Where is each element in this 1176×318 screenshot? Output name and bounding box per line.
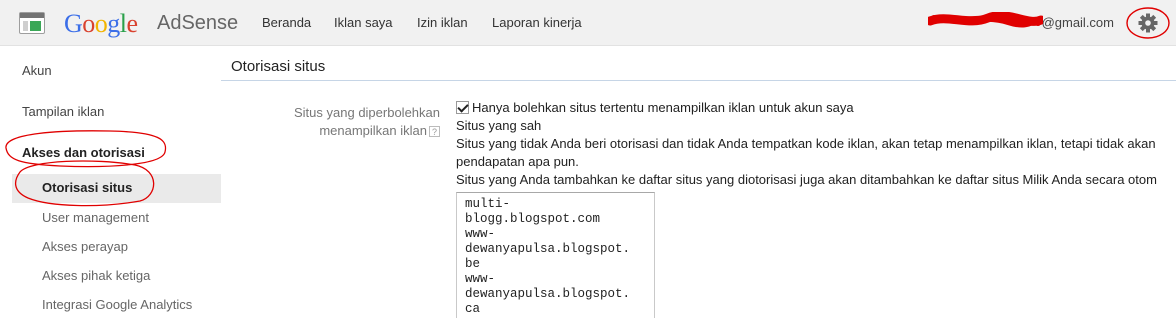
nav-laporan-kinerja[interactable]: Laporan kinerja (492, 15, 582, 30)
sidebar: Akun Tampilan iklan Akses dan otorisasi … (0, 46, 221, 318)
site-line: www- (465, 227, 496, 241)
gear-icon (1126, 7, 1170, 39)
adsense-app-icon[interactable] (19, 12, 45, 34)
site-line: ca (465, 302, 481, 316)
site-line: blogg.blogspot.com (465, 212, 601, 226)
info-paragraph-2: Situs yang Anda tambahkan ke daftar situ… (456, 172, 1157, 187)
site-line: dewanyapulsa.blogspot. (465, 242, 631, 256)
restrict-sites-option: Hanya bolehkan situs tertentu menampilka… (456, 99, 1176, 117)
field-label-line1: Situs yang diperbolehkan (294, 105, 440, 120)
settings-button[interactable] (1123, 6, 1173, 40)
redaction-scribble (928, 12, 1043, 28)
info-paragraph-1-line2: pendapatan apa pun. (456, 154, 579, 169)
info-paragraph-1-line1: Situs yang tidak Anda beri otorisasi dan… (456, 136, 1156, 151)
google-logo[interactable]: Google (64, 9, 138, 39)
sidebar-subitem-user-management[interactable]: User management (42, 210, 149, 225)
authorized-sites-heading: Situs yang sah (456, 118, 542, 133)
sidebar-item-akses-dan-otorisasi[interactable]: Akses dan otorisasi (22, 145, 145, 160)
authorized-sites-textarea[interactable]: multi- blogg.blogspot.com www- dewanyapu… (456, 192, 655, 318)
page-title: Otorisasi situs (231, 58, 326, 75)
site-line: multi- (465, 197, 511, 211)
nav-beranda[interactable]: Beranda (262, 15, 311, 30)
sidebar-subitem-akses-pihak-ketiga[interactable]: Akses pihak ketiga (42, 268, 150, 283)
site-line: www- (465, 272, 496, 286)
nav-izin-iklan[interactable]: Izin iklan (417, 15, 468, 30)
field-label: Situs yang diperbolehkan menampilkan ikl… (260, 104, 440, 140)
product-name: AdSense (157, 12, 239, 34)
sidebar-subitem-otorisasi-situs[interactable]: Otorisasi situs (42, 180, 132, 195)
sidebar-item-tampilan-iklan[interactable]: Tampilan iklan (22, 104, 104, 119)
restrict-sites-label[interactable]: Hanya bolehkan situs tertentu menampilka… (472, 100, 854, 115)
site-auth-content: Hanya bolehkan situs tertentu menampilka… (456, 99, 1176, 318)
restrict-sites-checkbox[interactable] (456, 101, 469, 114)
sidebar-item-akun[interactable]: Akun (22, 63, 52, 78)
sidebar-subitem-akses-perayap[interactable]: Akses perayap (42, 239, 128, 254)
site-line: be (465, 257, 481, 271)
sidebar-subitem-integrasi-google-analytics[interactable]: Integrasi Google Analytics (42, 297, 192, 312)
nav-iklan-saya[interactable]: Iklan saya (334, 15, 393, 30)
help-icon[interactable]: ? (429, 126, 440, 138)
site-line: dewanyapulsa.blogspot. (465, 287, 631, 301)
field-label-line2: menampilkan iklan (319, 123, 427, 138)
top-bar: Google AdSense Beranda Iklan saya Izin i… (0, 0, 1176, 46)
title-divider (221, 80, 1176, 81)
